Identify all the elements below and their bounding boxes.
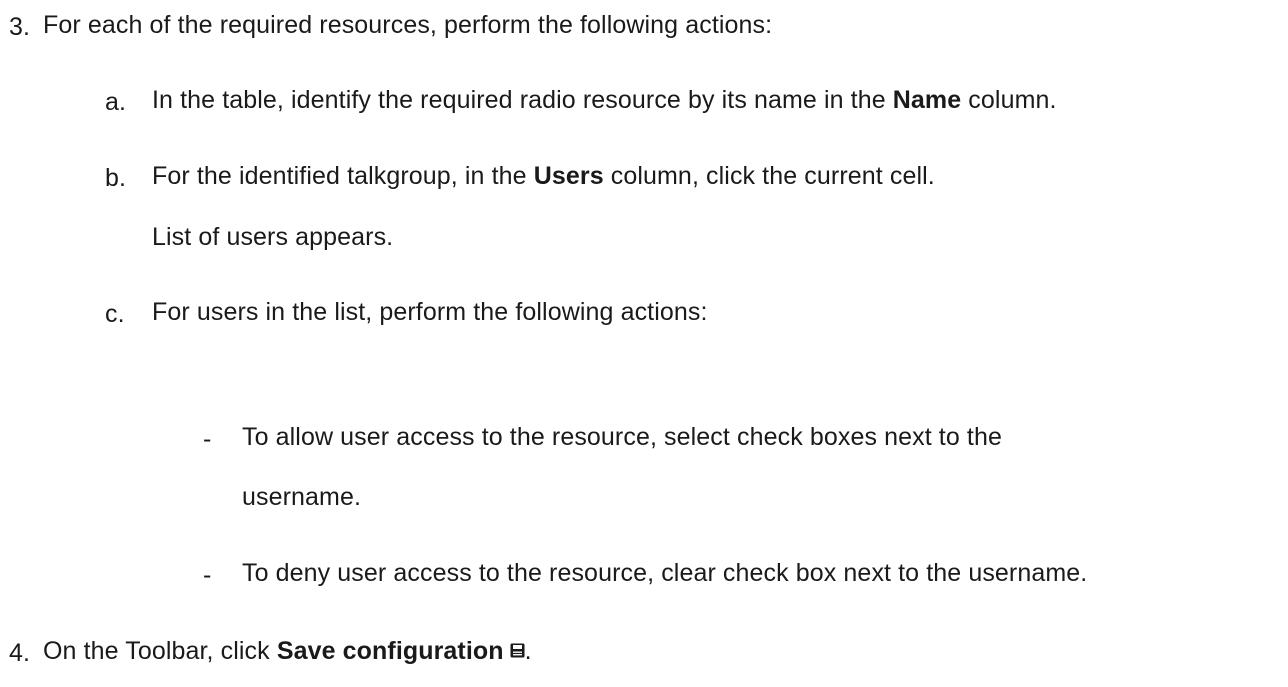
bullet-2-marker: - [203,561,212,589]
substep-a-text-after: column. [961,86,1057,114]
substep-b-marker: b. [105,164,127,192]
bullet-2-line1: To deny user access to the resource, cle… [242,559,1088,587]
step-4-text-after: . [524,637,532,665]
substep-a-marker: a. [105,88,127,116]
step-4-text: On the Toolbar, click Save configuration… [43,639,532,664]
bullet-1-marker: - [203,425,212,453]
save-configuration-label: Save configuration [276,637,504,665]
substep-b-text: For the identified talkgroup, in the Use… [152,164,935,189]
name-column-label: Name [892,86,962,114]
bullet-1-line1: To allow user access to the resource, se… [242,423,1002,451]
save-icon [510,643,525,658]
step-3-text: For each of the required resources, perf… [43,11,773,39]
substep-b-text-before: For the identified talkgroup, in the [152,162,534,190]
users-column-label: Users [533,162,604,190]
substep-b-result: List of users appears. [152,223,394,251]
substep-a-text: In the table, identify the required radi… [152,88,1057,113]
step-3-number: 3. [9,13,31,41]
substep-b-text-after: column, click the current cell. [603,162,935,190]
step-4-text-before: On the Toolbar, click [43,637,277,665]
substep-c-marker: c. [105,300,125,328]
bullet-1-line2: username. [242,483,362,511]
step-4-number: 4. [9,639,31,667]
substep-c-text: For users in the list, perform the follo… [152,298,708,326]
substep-a-text-before: In the table, identify the required radi… [152,86,893,114]
